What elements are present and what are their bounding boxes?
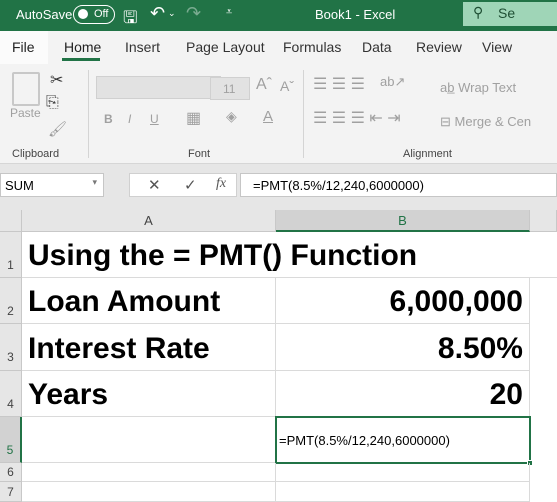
window-title: Book1 - Excel bbox=[315, 7, 396, 22]
enter-icon[interactable]: ✓ bbox=[184, 176, 197, 194]
align-horizontal-icons[interactable]: ☰ ☰ ☰ ⇤ ⇥ bbox=[313, 108, 401, 128]
font-size-box[interactable]: 11 bbox=[210, 77, 250, 100]
search-label: Se bbox=[498, 5, 516, 21]
column-header-b[interactable]: B bbox=[276, 210, 530, 232]
tab-view[interactable]: View bbox=[482, 39, 512, 55]
cell-b2[interactable]: 6,000,000 bbox=[276, 278, 530, 324]
row-header-1[interactable]: 1 bbox=[0, 232, 22, 278]
tab-insert[interactable]: Insert bbox=[125, 39, 160, 55]
row-header-3[interactable]: 3 bbox=[0, 324, 22, 371]
search-icon: ⚲ bbox=[473, 4, 484, 20]
toggle-knob bbox=[78, 9, 88, 19]
cell-b3[interactable]: 8.50% bbox=[276, 324, 530, 371]
row-header-7[interactable]: 7 bbox=[0, 482, 22, 502]
title-bar: AutoSave Off 🖫 ↶ ⌄ ↷ ⩡ Book1 - Excel ⚲ Se bbox=[0, 0, 557, 31]
group-alignment: Alignment bbox=[403, 148, 452, 160]
group-clipboard: Clipboard bbox=[12, 148, 60, 160]
autosave-toggle[interactable]: Off bbox=[73, 5, 115, 24]
merge-label: Merge & Cen bbox=[454, 114, 532, 129]
undo-icon[interactable]: ↶ bbox=[150, 3, 165, 24]
undo-dropdown-icon[interactable]: ⌄ bbox=[168, 8, 176, 19]
orientation-icon[interactable]: ab↗ bbox=[380, 74, 405, 90]
italic-icon[interactable]: I bbox=[128, 112, 131, 126]
cell-b4[interactable]: 20 bbox=[276, 371, 530, 417]
cell-b7[interactable] bbox=[276, 482, 530, 502]
tab-page-layout[interactable]: Page Layout bbox=[186, 39, 265, 55]
copy-icon[interactable]: ⎘ bbox=[46, 94, 59, 112]
tab-review[interactable]: Review bbox=[416, 39, 462, 55]
formula-bar-area: SUM ▾ ✕ ✓ fx =PMT(8.5%/12,240,6000000) bbox=[0, 164, 557, 210]
ribbon: Paste ✂ ⎘ 🖌 11 Aˆ Aˇ B I U ▦ ◈ A ☰ ☰ ☰ ☰… bbox=[0, 64, 557, 164]
align-top-icon[interactable]: ☰ ☰ ☰ bbox=[313, 74, 365, 94]
row-header-2[interactable]: 2 bbox=[0, 278, 22, 324]
borders-icon[interactable]: ▦ bbox=[186, 108, 201, 128]
format-painter-icon[interactable]: 🖌 bbox=[48, 120, 67, 138]
column-header-a[interactable]: A bbox=[22, 210, 276, 232]
formula-input[interactable]: =PMT(8.5%/12,240,6000000) bbox=[240, 173, 557, 197]
autosave-label: AutoSave bbox=[16, 7, 73, 22]
group-font: Font bbox=[188, 148, 211, 160]
decrease-font-icon[interactable]: Aˇ bbox=[280, 78, 294, 94]
font-name-box[interactable] bbox=[96, 76, 221, 99]
cell-a6[interactable] bbox=[22, 463, 276, 482]
tab-home[interactable]: Home bbox=[64, 39, 101, 55]
cell-a3[interactable]: Interest Rate bbox=[22, 324, 276, 371]
wrap-text-label: Wrap Text bbox=[458, 80, 517, 95]
tab-data[interactable]: Data bbox=[362, 39, 392, 55]
tab-formulas[interactable]: Formulas bbox=[283, 39, 341, 55]
worksheet-grid: A B 1 2 3 4 5 6 7 Using the = PMT() Func… bbox=[0, 210, 557, 502]
name-box[interactable]: SUM ▾ bbox=[0, 173, 104, 197]
cell-a7[interactable] bbox=[22, 482, 276, 502]
increase-font-icon[interactable]: Aˆ bbox=[256, 76, 272, 94]
cell-b5-editing[interactable]: =PMT(8.5%/12,240,6000000) bbox=[275, 416, 531, 464]
cell-a2[interactable]: Loan Amount bbox=[22, 278, 276, 324]
select-all-button[interactable] bbox=[0, 210, 22, 232]
dropdown-icon[interactable]: ▾ bbox=[92, 177, 97, 188]
row-header-5[interactable]: 5 bbox=[0, 417, 22, 463]
ribbon-tabs: File Home Insert Page Layout Formulas Da… bbox=[0, 31, 557, 64]
wrap-text-button[interactable]: ab̲ Wrap Text bbox=[440, 80, 516, 95]
cell-a5[interactable] bbox=[22, 417, 276, 463]
cell-a1[interactable]: Using the = PMT() Function bbox=[22, 232, 557, 278]
autosave-state: Off bbox=[94, 8, 109, 20]
column-header-c[interactable] bbox=[530, 210, 557, 232]
insert-function-icon[interactable]: fx bbox=[216, 176, 226, 192]
customize-qat-icon[interactable]: ⩡ bbox=[226, 6, 232, 19]
merge-center-button[interactable]: ⊟ Merge & Cen bbox=[440, 114, 531, 130]
save-icon[interactable]: 🖫 bbox=[123, 5, 137, 34]
cut-icon[interactable]: ✂ bbox=[50, 70, 63, 90]
formula-buttons: ✕ ✓ fx bbox=[129, 173, 237, 197]
cell-b6[interactable] bbox=[276, 463, 530, 482]
paste-label[interactable]: Paste bbox=[10, 106, 41, 120]
cancel-icon[interactable]: ✕ bbox=[148, 176, 161, 194]
font-color-icon[interactable]: A bbox=[263, 108, 273, 125]
redo-icon[interactable]: ↷ bbox=[186, 3, 201, 24]
fill-color-icon[interactable]: ◈ bbox=[226, 108, 237, 125]
tab-file[interactable]: File bbox=[0, 31, 48, 64]
row-header-4[interactable]: 4 bbox=[0, 371, 22, 417]
name-box-value: SUM bbox=[5, 178, 34, 193]
row-header-6[interactable]: 6 bbox=[0, 463, 22, 482]
underline-icon[interactable]: U bbox=[150, 112, 159, 126]
search-box[interactable]: ⚲ Se bbox=[463, 2, 557, 26]
bold-icon[interactable]: B bbox=[104, 112, 113, 126]
paste-icon[interactable] bbox=[12, 72, 40, 106]
active-tab-indicator bbox=[62, 58, 100, 61]
cell-a4[interactable]: Years bbox=[22, 371, 276, 417]
